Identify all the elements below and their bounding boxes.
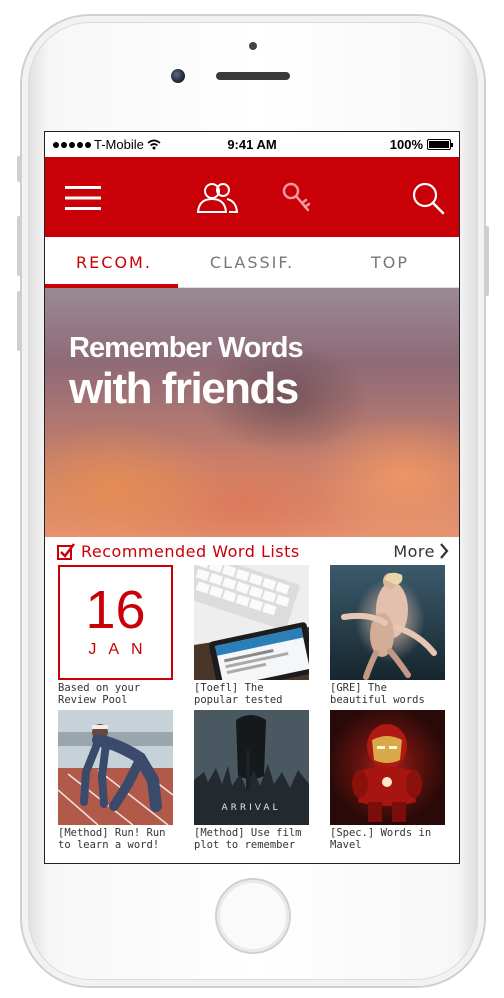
battery-group: 100% — [389, 137, 453, 152]
battery-percent: 100% — [389, 137, 423, 152]
card-caption: Based on your Review Pool — [58, 682, 141, 706]
wifi-icon — [147, 139, 161, 150]
poster-title: ARRIVAL — [221, 803, 280, 813]
hero-banner[interactable]: Remember Words with friends — [45, 288, 459, 537]
hero-title-line2: with friends — [69, 364, 299, 413]
more-label: More — [393, 541, 435, 561]
more-link[interactable]: More — [393, 542, 449, 561]
menu-icon[interactable] — [65, 185, 101, 211]
word-list-card-marvel[interactable]: [Spec.] Words in Mavel — [330, 710, 445, 851]
dancers-image — [341, 572, 437, 680]
ironman-thumbnail — [330, 710, 445, 825]
calendar-month: JAN — [88, 641, 155, 658]
keyboard-tablet-thumbnail — [194, 565, 309, 680]
volume-up-button — [17, 216, 21, 276]
battery-icon — [427, 139, 453, 150]
word-list-grid: 16 JAN Based on your Review Pool [Toefl]… — [45, 565, 459, 851]
chevron-right-icon — [440, 543, 449, 559]
section-title: Recommended Word Lists — [81, 541, 300, 561]
tab-recommended[interactable]: RECOM. — [45, 237, 183, 287]
keyboard-image — [194, 565, 309, 680]
card-caption: [Toefl] The popular tested Technology wo… — [194, 682, 283, 706]
home-button[interactable] — [217, 880, 289, 952]
card-caption: [Method] Run! Run to learn a word! — [58, 827, 166, 851]
carrier-label: T-Mobile — [94, 137, 144, 152]
word-list-card-review-pool[interactable]: 16 JAN Based on your Review Pool — [58, 565, 173, 706]
earpiece-speaker — [216, 72, 290, 80]
tab-top[interactable]: TOP — [321, 237, 459, 287]
section-header: Recommended Word Lists More — [45, 537, 459, 565]
tab-bar: RECOM. CLASSIF. TOP — [45, 237, 459, 288]
key-icon[interactable] — [281, 181, 311, 215]
hero-title-line1: Remember Words — [69, 332, 304, 364]
volume-down-button — [17, 291, 21, 351]
film-poster-image: ARRIVAL — [194, 710, 309, 825]
ironman-figure-image — [352, 724, 422, 822]
card-caption: [Spec.] Words in Mavel — [330, 827, 432, 851]
status-bar: T-Mobile 9:41 AM 100% — [45, 132, 459, 157]
word-list-card-gre[interactable]: [GRE] The beautiful words about love — [330, 565, 445, 706]
word-list-card-run[interactable]: [Method] Run! Run to learn a word! — [58, 710, 173, 851]
app-screen: T-Mobile 9:41 AM 100% RECOM. CLASSIF. TO… — [44, 131, 460, 864]
runner-image — [58, 710, 173, 825]
word-list-card-toefl[interactable]: [Toefl] The popular tested Technology wo… — [194, 565, 309, 706]
film-poster-thumbnail: ARRIVAL — [194, 710, 309, 825]
checkbox-icon — [57, 542, 75, 560]
search-icon[interactable] — [411, 181, 445, 215]
card-caption: [Method] Use film plot to remember — [194, 827, 302, 851]
signal-icon — [53, 141, 91, 148]
carrier-group: T-Mobile — [53, 137, 161, 152]
tab-classified[interactable]: CLASSIF. — [183, 237, 321, 287]
calendar-day: 16 — [85, 580, 146, 640]
card-caption: [GRE] The beautiful words about love — [330, 682, 425, 706]
calendar-thumbnail: 16 JAN — [58, 565, 173, 680]
power-button — [485, 226, 489, 296]
dancers-thumbnail — [330, 565, 445, 680]
app-header — [45, 157, 459, 237]
mute-switch — [17, 156, 21, 182]
word-list-card-film[interactable]: ARRIVAL [Method] Use film plot to rememb… — [194, 710, 309, 851]
front-camera — [171, 69, 185, 83]
runner-thumbnail — [58, 710, 173, 825]
proximity-sensor — [249, 42, 257, 50]
section-title-group: Recommended Word Lists — [57, 542, 300, 561]
friends-icon[interactable] — [195, 181, 239, 215]
